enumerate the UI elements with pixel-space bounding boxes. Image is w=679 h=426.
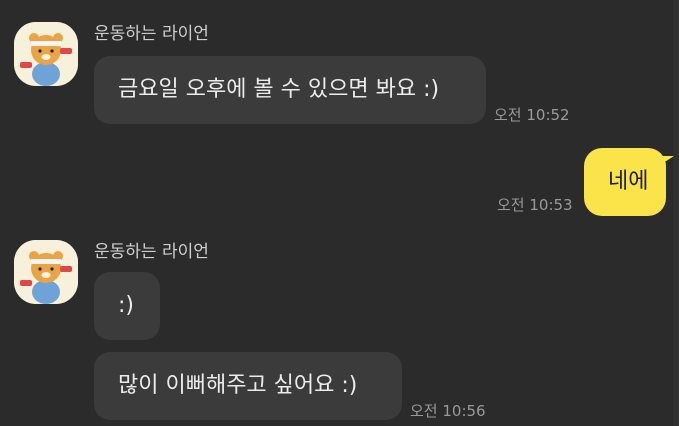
- incoming-message-bubble[interactable]: :): [94, 272, 160, 340]
- message-timestamp: 오전 10:56: [410, 402, 486, 420]
- sender-avatar-icon[interactable]: [14, 240, 78, 304]
- incoming-message-bubble[interactable]: 금요일 오후에 볼 수 있으면 봐요 :): [94, 56, 486, 124]
- sender-name: 운동하는 라이언: [94, 242, 209, 262]
- incoming-message-bubble[interactable]: 많이 이뻐해주고 싶어요 :): [94, 352, 402, 420]
- sender-avatar-icon[interactable]: [14, 22, 78, 86]
- sender-name: 운동하는 라이언: [94, 24, 209, 44]
- outgoing-message-bubble[interactable]: 네에: [584, 148, 674, 216]
- message-timestamp: 오전 10:53: [497, 196, 573, 214]
- message-timestamp: 오전 10:52: [494, 106, 570, 124]
- scrollbar-track[interactable]: [673, 0, 679, 426]
